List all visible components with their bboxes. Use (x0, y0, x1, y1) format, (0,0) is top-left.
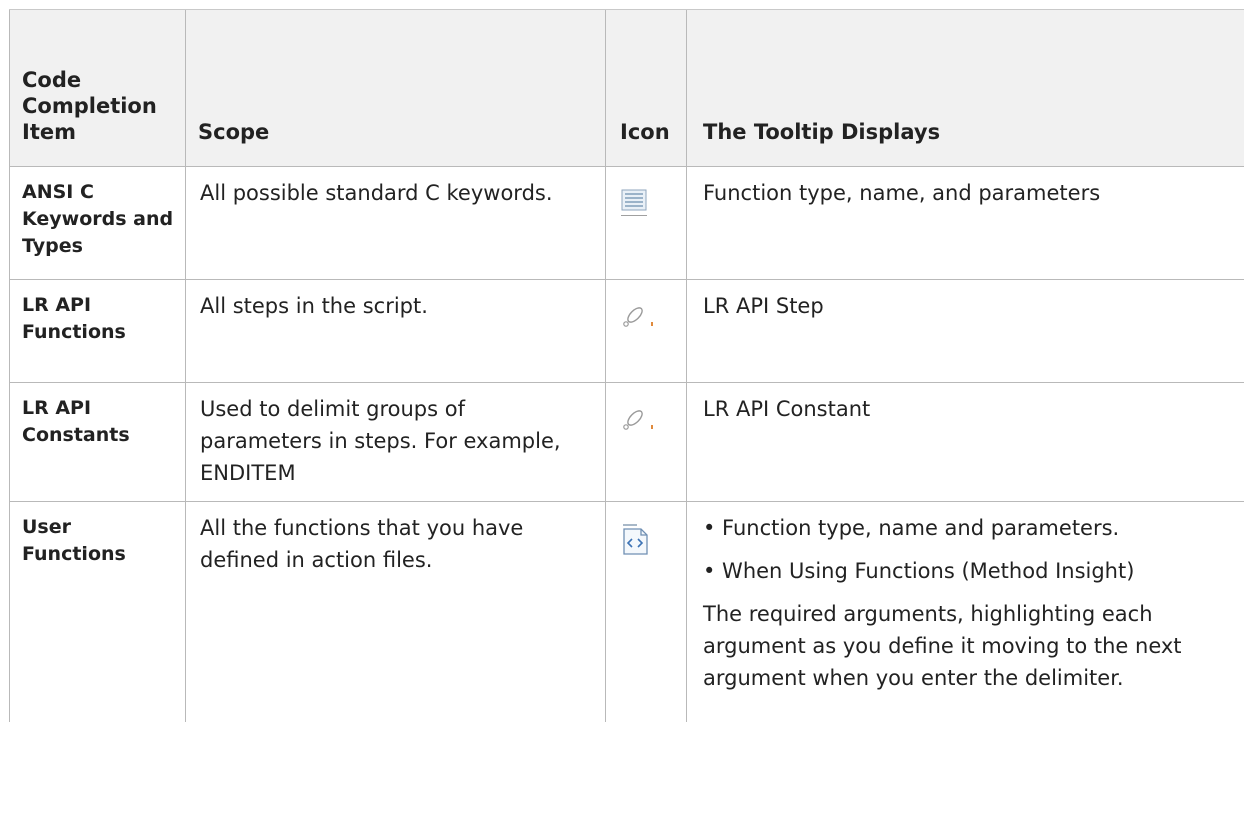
row-tooltip: Function type, name, and parameters (686, 166, 1244, 280)
tooltip-paragraph: The required arguments, highlighting eac… (703, 602, 1182, 690)
row-scope: All possible standard C keywords. (185, 166, 606, 280)
row-item-name: LR API Constants (9, 382, 186, 502)
keyword-list-icon (621, 189, 647, 216)
row-icon-cell (605, 279, 687, 383)
row-item-name: User Functions (9, 501, 186, 722)
table-row: LR API Constants Used to delimit groups … (9, 382, 1244, 502)
tooltip-bullet: • When Using Functions (Method Insight) (703, 559, 1135, 583)
table-header-row: Code Completion Item Scope Icon The Tool… (9, 9, 1244, 167)
row-icon-cell (605, 382, 687, 502)
row-icon-cell (605, 166, 687, 280)
api-constant-icon (623, 410, 653, 430)
row-tooltip: LR API Constant (686, 382, 1244, 502)
user-function-icon (623, 524, 648, 555)
table-row: User Functions All the functions that yo… (9, 501, 1244, 722)
row-icon-cell (605, 501, 687, 722)
api-step-icon (623, 307, 653, 327)
header-tooltip-displays: The Tooltip Displays (686, 9, 1244, 167)
row-item-name: ANSI C Keywords and Types (9, 166, 186, 280)
row-scope: All the functions that you have defined … (185, 501, 606, 722)
row-item-name: LR API Functions (9, 279, 186, 383)
table-row: ANSI C Keywords and Types All possible s… (9, 166, 1244, 280)
row-scope: Used to delimit groups of parameters in … (185, 382, 606, 502)
header-scope: Scope (185, 9, 606, 167)
row-tooltip: • Function type, name and parameters. • … (686, 501, 1244, 722)
table-row: LR API Functions All steps in the script… (9, 279, 1244, 383)
code-completion-table: Code Completion Item Scope Icon The Tool… (9, 9, 1244, 722)
header-icon: Icon (605, 9, 687, 167)
row-tooltip: LR API Step (686, 279, 1244, 383)
row-scope: All steps in the script. (185, 279, 606, 383)
tooltip-bullet: • Function type, name and parameters. (703, 516, 1120, 540)
header-code-completion-item: Code Completion Item (9, 9, 186, 167)
